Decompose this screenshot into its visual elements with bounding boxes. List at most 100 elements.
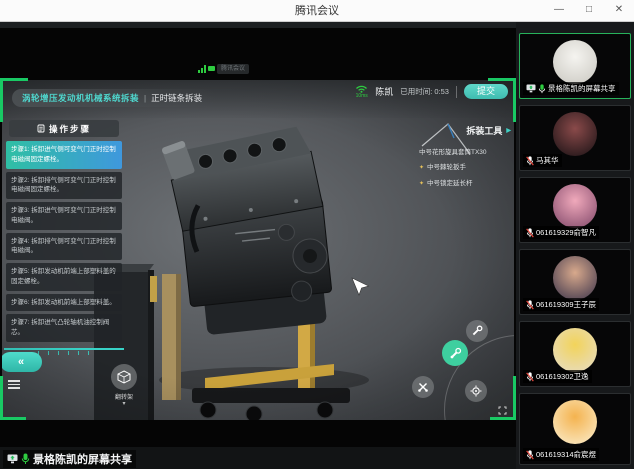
header-divider [456, 86, 457, 98]
latency-value: 10ms [356, 94, 368, 99]
tool-label: 中号锁定延长杆 [427, 180, 473, 188]
tool-label: 中号棘轮扳手 [427, 164, 466, 172]
focus-view-button[interactable] [465, 380, 487, 402]
steps-progress-ticks [38, 351, 89, 355]
avatar [553, 184, 597, 228]
step-item[interactable]: 步骤5: 拆卸发动机前端上部塑料盖的固定螺栓。 [6, 263, 122, 291]
participant-tile[interactable]: 061619302卫逸 [519, 321, 631, 387]
steps-panel: 操作步骤 步骤1: 拆卸进气侧可变气门正时控制电磁阀固定螺栓。 步骤2: 拆卸排… [3, 120, 125, 345]
steps-list: 步骤1: 拆卸进气侧可变气门正时控制电磁阀固定螺栓。 步骤2: 拆卸排气侧可变气… [3, 141, 125, 345]
share-frame-corner [513, 78, 516, 122]
clipboard-icon [37, 124, 45, 133]
engine-model[interactable] [160, 125, 335, 338]
task-title: 正时链条拆装 [151, 92, 202, 104]
stand-label: 翻转架 [102, 392, 146, 401]
engine-3d-viewport[interactable]: 涡轮增压发动机机械系统拆装 | 正时链条拆装 10ms 陈凯 已用时间: 0:5… [2, 80, 514, 420]
mic-status-icon [526, 372, 534, 382]
step-item[interactable]: 步骤1: 拆卸进气侧可变气门正时控制电磁阀固定螺栓。 [6, 141, 122, 169]
presenter-status-pill: 腾讯会议 [198, 62, 249, 75]
pliers-tool-button[interactable] [412, 376, 434, 398]
share-frame-corner [0, 78, 28, 81]
shared-screen-area: 腾讯会议 [0, 28, 516, 469]
mic-status-icon [526, 300, 534, 310]
avatar [553, 400, 597, 444]
tools-expand-icon: ▶ [506, 127, 511, 134]
tools-list: 中号花形旋具套筒TX30 ✦ 中号棘轮扳手 ✦ 中号锁定延长杆 [419, 149, 511, 188]
participant-label: 061619329俞智凡 [523, 226, 599, 239]
stand-circle[interactable] [111, 364, 137, 390]
hand-tool-icon [449, 347, 462, 360]
tool-bullet-icon: ✦ [419, 164, 424, 172]
cube-icon [117, 370, 131, 384]
maximize-button[interactable]: □ [574, 0, 604, 22]
target-icon [470, 385, 482, 397]
avatar [553, 112, 597, 156]
share-bottom-bar: 景格陈凯的屏幕共享 [0, 447, 516, 469]
screen-share-icon [526, 84, 536, 93]
mouse-cursor [352, 278, 369, 295]
wifi-icon [355, 84, 368, 93]
participant-name: 061619302卫逸 [536, 371, 589, 382]
step-item[interactable]: 步骤2: 拆卸排气侧可变气门正时控制电磁阀固定螺栓。 [6, 172, 122, 200]
participant-tile[interactable]: 061619329俞智凡 [519, 177, 631, 243]
participant-name: 061619329俞智凡 [536, 227, 596, 238]
presenter-pill-text: 腾讯会议 [217, 64, 249, 74]
avatar [553, 40, 597, 84]
avatar [553, 256, 597, 300]
tool-item[interactable]: 中号花形旋具套筒TX30 [419, 149, 511, 157]
submit-button[interactable]: 提交 [464, 84, 508, 99]
step-item[interactable]: 步骤4: 拆卸排气侧可变气门正时控制电磁阀。 [6, 233, 122, 261]
participant-name: 061619314俞宸煜 [536, 449, 596, 460]
share-frame-corner [513, 376, 516, 420]
tool-item[interactable]: ✦ 中号棘轮扳手 [419, 164, 511, 172]
window-titlebar: 腾讯会议 — □ ✕ [0, 0, 634, 22]
screen-share-icon [7, 454, 18, 464]
mic-status-icon [526, 228, 534, 238]
user-name: 陈凯 [375, 85, 393, 98]
menu-icon[interactable] [8, 380, 20, 391]
title-separator: | [144, 94, 146, 103]
mic-status-icon [526, 156, 534, 166]
share-frame-corner [490, 417, 516, 420]
steps-progress-line [4, 348, 124, 350]
steps-header-label: 操作步骤 [49, 123, 91, 135]
share-frame-corner [488, 78, 516, 81]
share-label-text: 景格陈凯的屏幕共享 [33, 451, 132, 467]
participant-tile[interactable]: 景格陈凯的屏幕共享 [519, 33, 631, 99]
share-frame-corner [0, 376, 3, 420]
tool-bullet-icon: ✦ [419, 180, 424, 188]
tools-panel: 拆装工具 ▶ 中号花形旋具套筒TX30 ✦ 中号棘轮扳手 ✦ 中号锁定延长杆 [419, 124, 511, 195]
participant-name: 景格陈凯的屏幕共享 [548, 83, 616, 94]
participant-tile[interactable]: 061619314俞宸煜 [519, 393, 631, 465]
participant-label: 马其华 [523, 154, 562, 167]
participant-name: 马其华 [536, 155, 559, 166]
steps-collapse-button[interactable]: « [2, 352, 42, 372]
step-item[interactable]: 步骤6: 拆卸发动机前端上部塑料盖。 [6, 294, 122, 312]
course-title: 涡轮增压发动机机械系统拆装 [22, 92, 139, 104]
close-button[interactable]: ✕ [604, 0, 634, 22]
avatar [553, 328, 597, 372]
participant-tile[interactable]: 马其华 [519, 105, 631, 171]
tools-panel-header[interactable]: 拆装工具 ▶ [419, 124, 511, 137]
mic-status-icon [526, 450, 534, 460]
collapse-icon: « [18, 357, 24, 368]
stand-hotspot-button[interactable]: 翻转架 ▾ [102, 364, 146, 407]
network-indicator: 10ms [355, 84, 368, 99]
participant-name: 061619309王子辰 [536, 299, 596, 310]
share-frame-corner [0, 78, 3, 122]
participant-tile[interactable]: 061619309王子辰 [519, 249, 631, 315]
meeting-window: 腾讯会议 — □ ✕ 腾讯会议 [0, 0, 634, 469]
battery-icon [208, 66, 215, 71]
step-item[interactable]: 步骤3: 拆卸进气侧可变气门正时控制电磁阀。 [6, 202, 122, 230]
tool-item[interactable]: ✦ 中号锁定延长杆 [419, 180, 511, 188]
header-right-cluster: 10ms 陈凯 已用时间: 0:53 提交 [355, 84, 508, 99]
wrench-tool-button[interactable] [466, 320, 488, 342]
participant-label: 景格陈凯的屏幕共享 [523, 82, 619, 95]
minimize-button[interactable]: — [544, 0, 574, 22]
tool-label: 中号花形旋具套筒TX30 [419, 149, 487, 157]
steps-panel-header: 操作步骤 [9, 120, 119, 137]
active-tool-button[interactable] [442, 340, 468, 366]
step-item[interactable]: 步骤7: 拆卸进气凸轮轴机油控制阀芯。 [6, 314, 122, 342]
chevron-down-icon: ▾ [102, 401, 146, 407]
pliers-icon [417, 381, 429, 393]
